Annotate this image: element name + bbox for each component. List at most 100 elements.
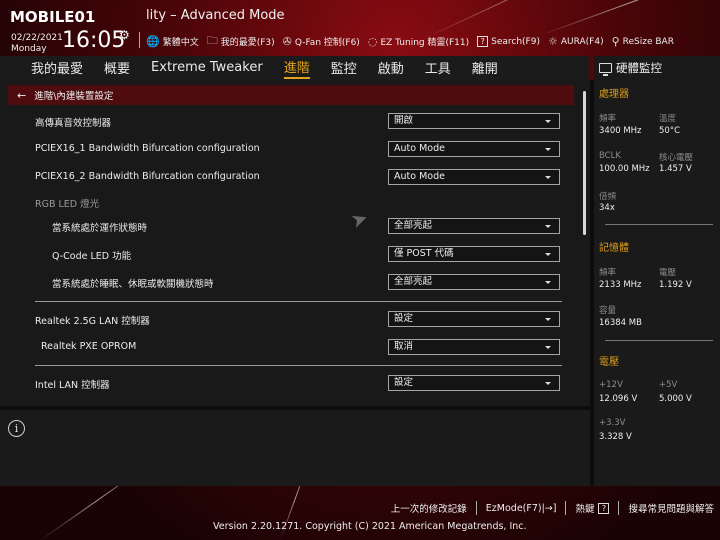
select-value: 取消 [394,341,414,352]
ez-tuning-button[interactable]: ◌ EZ Tuning 精靈(F11) [368,32,469,51]
aura-label: AURA(F4) [560,36,604,47]
divider [475,501,477,515]
divider [139,32,140,48]
clock: 16:05 [62,28,126,53]
qcode-led-select[interactable]: 僅 POST 代碼 [388,246,560,262]
toolbar: 🌐 繁體中文 🗀 我的最愛(F3) ✇ Q-Fan 控制(F6) ◌ EZ Tu… [146,32,674,51]
back-arrow-icon[interactable]: ← [17,89,26,102]
select-value: 設定 [394,377,414,388]
tab-advanced[interactable]: 進階 [283,57,310,79]
language-button[interactable]: 🌐 繁體中文 [146,32,199,51]
favorites-button[interactable]: 🗀 我的最愛(F3) [207,32,275,51]
voltage-section-title: 電壓 [599,357,619,368]
hotkeys-link[interactable]: 熱鍵 ? [575,501,610,515]
setting-row-hd-audio: 高傳真音效控制器 開啟 [35,113,565,131]
weekday: Monday [11,44,47,54]
setting-row-intel-lan: Intel LAN 控制器 設定 [35,375,565,393]
vcore-label: 核心電壓 [659,153,694,163]
cpu-freq-label: 頻率 [599,114,617,124]
ez-tuning-label: EZ Tuning 精靈(F11) [380,38,470,48]
setting-row-qcode-led: Q-Code LED 功能 僅 POST 代碼 [35,246,565,264]
setting-label: Q-Code LED 功能 [52,251,132,262]
favorites-folder-icon: 🗀 [206,34,218,47]
tab-monitor[interactable]: 監控 [331,58,357,78]
gear-icon[interactable]: ⚙ [119,28,130,42]
resize-bar-button[interactable]: ⚲ ReSize BAR [612,32,674,51]
realtek-lan-select[interactable]: 設定 [388,311,560,327]
logo-text: MOBILE01 [10,8,96,26]
date-display: 02/22/2021 Monday [11,33,63,55]
v5-label: +5V [659,380,678,390]
divider [565,501,567,515]
caret-down-icon [545,382,551,385]
breadcrumb-path: 進階\內建裝置設定 [34,91,114,102]
select-value: Auto Mode [394,143,445,154]
ezmode-link[interactable]: EzMode(F7)|→] [486,503,557,514]
divider [35,365,562,366]
help-panel: i [0,406,590,486]
memory-section-title: 記憶體 [599,243,629,254]
question-box-icon: ? [598,502,610,514]
settings-panel: ← 進階\內建裝置設定 高傳真音效控制器 開啟 PCIEX16_1 Bandwi… [0,80,590,406]
select-value: 全部亮起 [394,220,433,231]
setting-label: PCIEX16_2 Bandwidth Bifurcation configur… [35,171,260,182]
vcore-value: 1.457 V [659,164,692,174]
bclk-value: 100.00 MHz [599,164,650,174]
cpu-temp-label: 溫度 [659,114,677,124]
pciex16-2-select[interactable]: Auto Mode [388,169,560,185]
select-value: 開啟 [394,115,414,126]
caret-down-icon [545,281,551,284]
caret-down-icon [545,225,551,228]
setting-label: Realtek PXE OPROM [41,341,137,352]
mem-volt-label: 電壓 [659,268,677,278]
hotkeys-label: 熱鍵 [575,504,595,515]
pciex16-1-select[interactable]: Auto Mode [388,141,560,157]
tab-favorites[interactable]: 我的最愛 [31,58,83,78]
intel-lan-select[interactable]: 設定 [388,375,560,391]
cpu-freq-value: 3400 MHz [599,126,642,136]
question-box-icon: ? [477,36,489,47]
hd-audio-select[interactable]: 開啟 [388,113,560,129]
setting-row-pciex16-1: PCIEX16_1 Bandwidth Bifurcation configur… [35,141,565,159]
mem-freq-label: 頻率 [599,268,617,278]
qfan-button[interactable]: ✇ Q-Fan 控制(F6) [283,32,360,51]
aura-button[interactable]: ☼ AURA(F4) [548,32,604,51]
select-value: 僅 POST 代碼 [394,248,454,259]
language-label: 繁體中文 [162,38,199,48]
cpu-temp-value: 50°C [659,126,681,136]
select-value: 全部亮起 [394,276,433,287]
group-label: RGB LED 燈光 [35,199,100,210]
favorites-label: 我的最愛(F3) [220,38,275,48]
v5-value: 5.000 V [659,394,692,404]
mem-cap-value: 16384 MB [599,318,642,328]
hardware-monitor-panel: 硬體監控 處理器 頻率 3400 MHz 溫度 50°C BCLK 100.00… [594,56,720,486]
tab-main[interactable]: 概要 [104,58,130,78]
hardware-monitor-label: 硬體監控 [616,61,662,75]
mem-cap-label: 容量 [599,306,617,316]
tab-exit[interactable]: 離開 [472,58,498,78]
setting-row-pciex16-2: PCIEX16_2 Bandwidth Bifurcation configur… [35,169,565,187]
globe-icon: 🌐 [146,35,160,48]
tab-boot[interactable]: 啟動 [378,58,404,78]
led-sleep-select[interactable]: 全部亮起 [388,274,560,290]
select-value: 設定 [394,313,414,324]
lightbulb-icon: ◌ [367,35,378,48]
info-icon: i [8,420,25,437]
caret-down-icon [545,148,551,151]
date: 02/22/2021 [11,33,63,43]
caret-down-icon [545,346,551,349]
scrollbar[interactable] [583,91,586,235]
setting-row-led-sleep: 當系統處於睡眠、休眠或軟關機狀態時 全部亮起 [35,274,565,292]
tab-extreme-tweaker[interactable]: Extreme Tweaker [151,60,263,76]
ratio-value: 34x [599,203,615,213]
led-working-select[interactable]: 全部亮起 [388,218,560,234]
search-button[interactable]: ? Search(F9) [477,32,540,51]
tab-tool[interactable]: 工具 [425,58,451,78]
footer: 上一次的修改記錄 EzMode(F7)|→] 熱鍵 ? 搜尋常見問題與解答 Ve… [0,486,720,540]
realtek-pxe-select[interactable]: 取消 [388,339,560,355]
monitor-icon [599,63,612,76]
mem-freq-value: 2133 MHz [599,280,642,290]
divider [618,501,620,515]
faq-link[interactable]: 搜尋常見問題與解答 [628,501,714,515]
last-modified-link[interactable]: 上一次的修改記錄 [391,501,467,515]
